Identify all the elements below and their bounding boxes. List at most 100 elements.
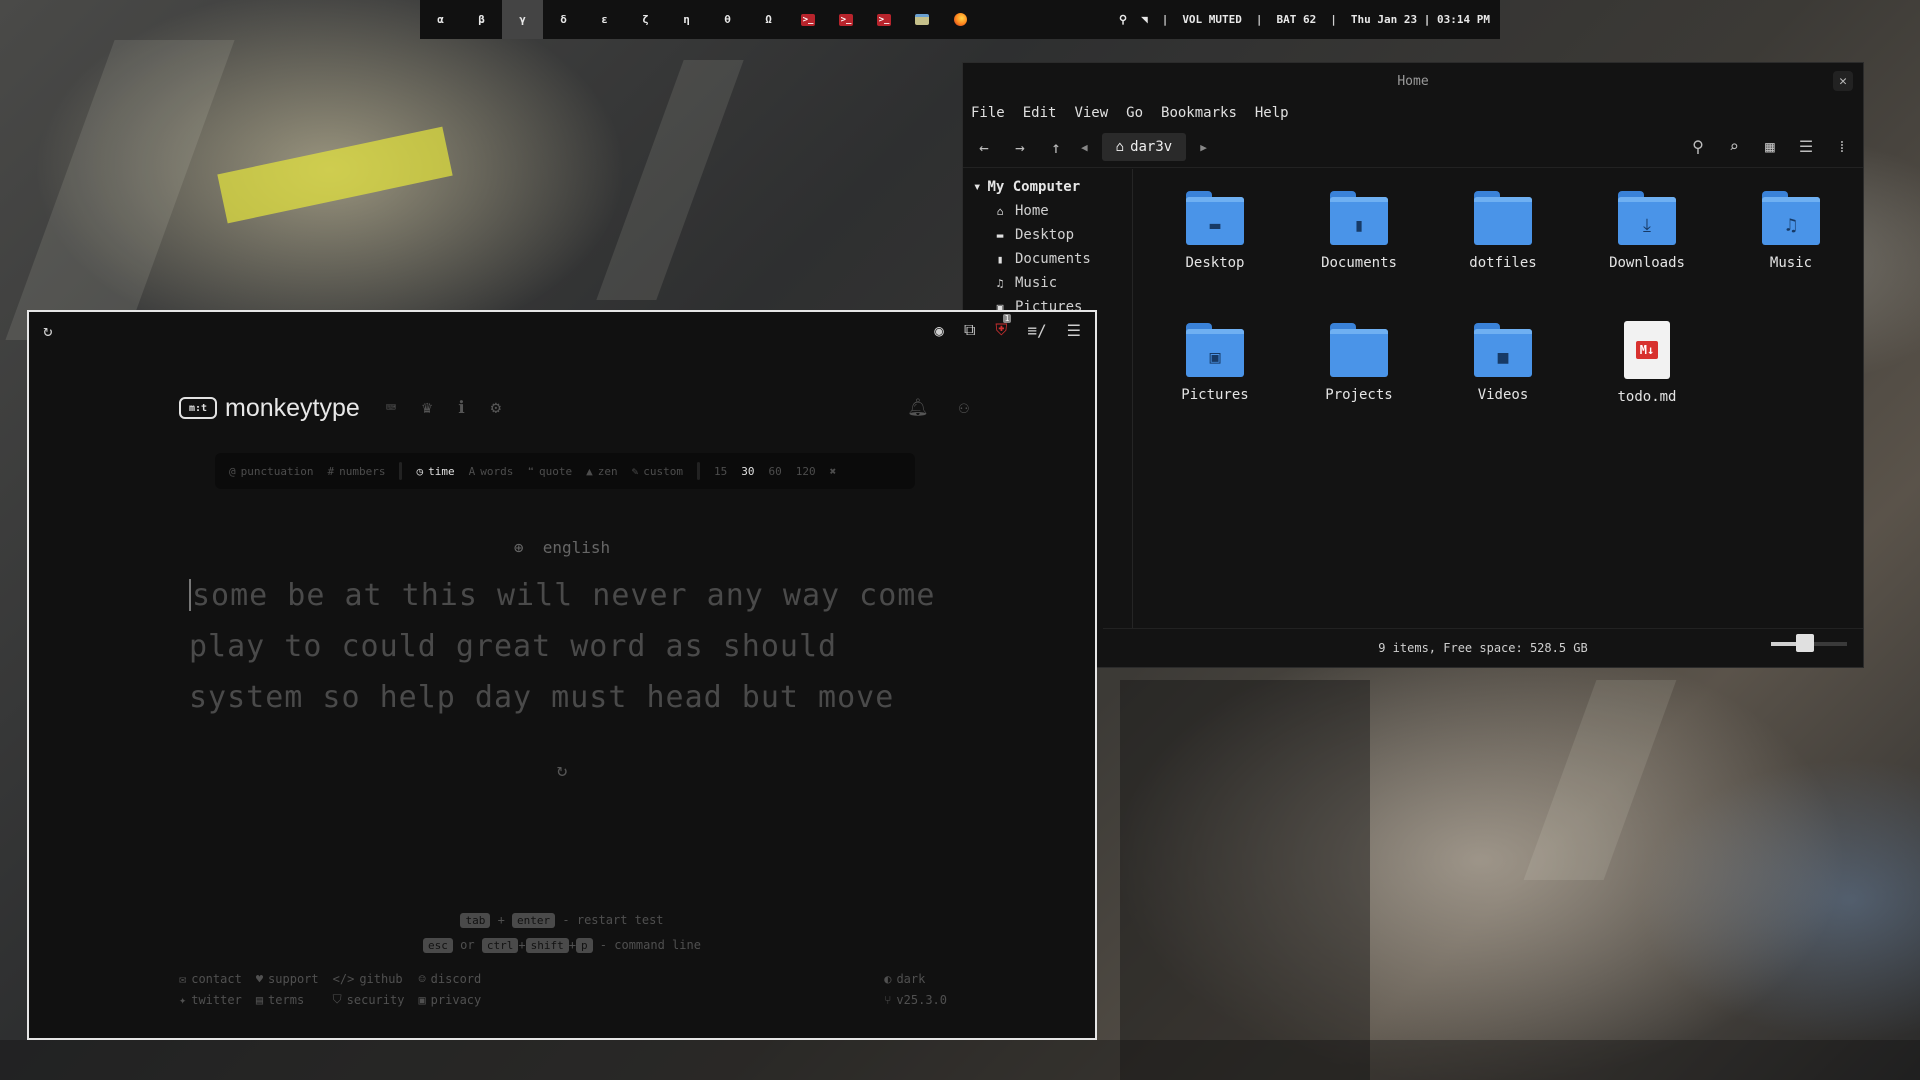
duration-120[interactable]: 120 xyxy=(796,465,816,478)
file-item[interactable]: ▬ Desktop xyxy=(1143,183,1287,315)
volume-status[interactable]: VOL MUTED xyxy=(1182,13,1242,26)
up-arrow-icon[interactable]: ↑ xyxy=(1045,138,1067,157)
workspace-button[interactable]: ζ xyxy=(625,0,666,39)
brand-name[interactable]: monkeytype xyxy=(225,394,360,423)
workspace-button[interactable]: γ xyxy=(502,0,543,39)
sidebar-item-documents[interactable]: ▮ Documents xyxy=(963,247,1132,271)
workspace-button[interactable]: ε xyxy=(584,0,625,39)
wallpaper-light-stripe xyxy=(5,40,235,340)
crown-icon[interactable]: ♛ xyxy=(422,398,432,418)
icon-view-icon[interactable]: ▦ xyxy=(1759,137,1781,157)
back-arrow-icon[interactable]: ← xyxy=(973,138,995,157)
menu-icon[interactable]: ☰ xyxy=(1067,321,1081,340)
clock[interactable]: Thu Jan 23 | 03:14 PM xyxy=(1351,13,1490,26)
folder-glyph: ■ xyxy=(1497,347,1509,368)
workspace-button[interactable]: β xyxy=(461,0,502,39)
path-button-home[interactable]: ⌂ dar3v xyxy=(1101,133,1187,161)
workspace-button[interactable]: δ xyxy=(543,0,584,39)
extensions-icon[interactable]: ⧉ xyxy=(964,320,975,340)
user-icon[interactable]: ⚇ xyxy=(959,398,969,418)
file-item[interactable]: ♫ Music xyxy=(1719,183,1863,315)
sidebar-heading[interactable]: ▾ My Computer xyxy=(963,175,1132,199)
close-icon: ✕ xyxy=(1839,73,1847,89)
footer-link-privacy[interactable]: ▣ privacy xyxy=(418,992,481,1007)
file-item[interactable]: ⤓ Downloads xyxy=(1575,183,1719,315)
reload-icon[interactable]: ↻ xyxy=(43,321,53,340)
taskbar-app[interactable]: >_ xyxy=(827,0,865,39)
sidebar-heading-label: My Computer xyxy=(987,179,1081,195)
mode-zen[interactable]: ▲ zen xyxy=(586,465,618,478)
sidebar-item-home[interactable]: ⌂ Home xyxy=(963,199,1132,223)
taskbar-app[interactable]: >_ xyxy=(865,0,903,39)
compact-view-icon[interactable]: ⁞ xyxy=(1831,137,1853,157)
reader-icon[interactable]: ≡/ xyxy=(1027,321,1046,340)
duration-15[interactable]: 15 xyxy=(714,465,727,478)
taskbar-app[interactable]: >_ xyxy=(789,0,827,39)
bell-icon[interactable]: 🔔︎ xyxy=(907,398,929,418)
footer-link-twitter[interactable]: ✦ twitter xyxy=(179,992,242,1007)
workspace-button[interactable]: Ω xyxy=(748,0,789,39)
sidebar-items: ⌂ Home ▬ Desktop ▮ Documents ♫ Music ▣ Pictures xyxy=(963,199,1132,319)
sidebar-item-desktop[interactable]: ▬ Desktop xyxy=(963,223,1132,247)
custom-duration-icon[interactable]: ✖ xyxy=(830,465,837,478)
file-item[interactable]: Projects xyxy=(1287,315,1431,447)
logo-icon[interactable]: m:t xyxy=(179,397,217,419)
close-button[interactable]: ✕ xyxy=(1833,71,1853,91)
mode-punctuation[interactable]: @ punctuation xyxy=(229,465,313,478)
mode-numbers[interactable]: # numbers xyxy=(327,465,385,478)
mode-label: numbers xyxy=(339,464,386,478)
menu-item-view[interactable]: View xyxy=(1074,105,1108,121)
workspace-button[interactable]: θ xyxy=(707,0,748,39)
zoom-slider-handle[interactable] xyxy=(1796,634,1815,652)
restart-button[interactable]: ↻ xyxy=(29,760,1095,781)
ublock-icon[interactable]: ⛨ 1 xyxy=(995,314,1012,340)
taskbar-app[interactable] xyxy=(941,0,979,39)
file-item[interactable]: ▣ Pictures xyxy=(1143,315,1287,447)
sidebar-item-music[interactable]: ♫ Music xyxy=(963,271,1132,295)
typing-words[interactable]: some be at this will never any way come p… xyxy=(189,570,969,723)
theme-button[interactable]: ◐ dark xyxy=(884,972,947,987)
language-selector[interactable]: ⊕ english xyxy=(29,538,1095,557)
menu-item-file[interactable]: File xyxy=(971,105,1005,121)
workspace-button[interactable]: η xyxy=(666,0,707,39)
taskbar-app[interactable] xyxy=(903,0,941,39)
menu-item-edit[interactable]: Edit xyxy=(1023,105,1057,121)
duration-60[interactable]: 60 xyxy=(768,465,781,478)
footer-link-github[interactable]: </> github xyxy=(333,972,405,986)
location-toggle-icon[interactable]: ⚲ xyxy=(1687,137,1709,157)
footer-link-contact[interactable]: ✉ contact xyxy=(179,972,242,986)
account-icon[interactable]: ◉ xyxy=(934,321,944,340)
mode-custom[interactable]: ✎ custom xyxy=(632,465,683,478)
footer-link-discord[interactable]: ☺ discord xyxy=(418,972,481,986)
workspace-button[interactable]: α xyxy=(420,0,461,39)
file-item[interactable]: ▮ Documents xyxy=(1287,183,1431,315)
window-titlebar[interactable]: Home ✕ xyxy=(963,63,1863,99)
path-right-arrow-icon[interactable]: ▶ xyxy=(1200,141,1207,154)
file-item[interactable]: M↓ todo.md xyxy=(1575,315,1719,447)
file-item[interactable]: dotfiles xyxy=(1431,183,1575,315)
mode-words[interactable]: Awords xyxy=(469,465,514,478)
desktop-icon: ▬ xyxy=(996,228,1004,242)
duration-30[interactable]: 30 xyxy=(741,465,754,478)
zoom-slider[interactable] xyxy=(1771,634,1847,652)
mode-label: punctuation xyxy=(240,464,314,478)
version-link[interactable]: ⑂ v25.3.0 xyxy=(884,993,947,1008)
time-icon: ◷ xyxy=(416,464,424,478)
footer-link-terms[interactable]: ▤ terms xyxy=(256,992,319,1007)
path-left-arrow-icon[interactable]: ◀ xyxy=(1081,141,1088,154)
forward-arrow-icon[interactable]: → xyxy=(1009,138,1031,157)
gear-icon[interactable]: ⚙ xyxy=(491,398,501,418)
footer-link-security[interactable]: ⛉ security xyxy=(333,992,405,1007)
list-view-icon[interactable]: ☰ xyxy=(1795,137,1817,157)
keyboard-icon[interactable]: ⌨ xyxy=(386,398,396,418)
info-icon[interactable]: ℹ xyxy=(458,398,464,418)
folder-glyph: ▮ xyxy=(1353,215,1365,236)
mode-time[interactable]: ◷ time xyxy=(416,465,454,478)
search-icon[interactable]: ⌕ xyxy=(1723,137,1745,157)
footer-link-support[interactable]: ♥ support xyxy=(256,972,319,986)
mode-quote[interactable]: ❝ quote xyxy=(527,465,572,478)
menu-item-help[interactable]: Help xyxy=(1255,105,1289,121)
file-item[interactable]: ■ Videos xyxy=(1431,315,1575,447)
menu-item-go[interactable]: Go xyxy=(1126,105,1143,121)
menu-item-bookmarks[interactable]: Bookmarks xyxy=(1161,105,1237,121)
